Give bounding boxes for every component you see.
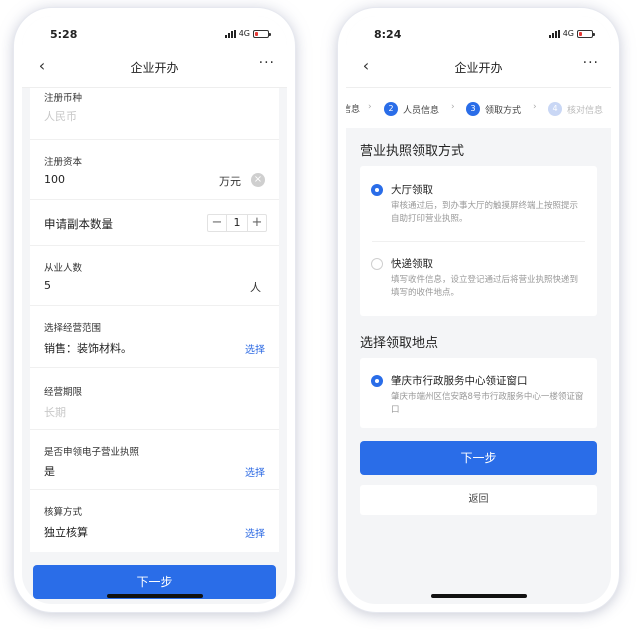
home-indicator bbox=[430, 594, 527, 598]
signal-icon bbox=[548, 29, 560, 38]
field-scope: 选择经营范围 销售：装饰材料。 选择 bbox=[30, 306, 279, 368]
network-label: 4G bbox=[562, 29, 574, 38]
currency-input[interactable]: 人民币 bbox=[44, 108, 77, 124]
step-number: 4 bbox=[548, 102, 562, 116]
status-bar: 5:28 4G bbox=[22, 16, 287, 46]
phone-left: 5:28 4G ‹ 企业开办 ··· 注册币种 人民币 注册资本 100 万元 … bbox=[14, 8, 295, 612]
copies-stepper: − 1 + bbox=[207, 214, 267, 232]
field-label: 从业人数 bbox=[44, 263, 83, 274]
battery-icon bbox=[253, 29, 271, 38]
radio-selected[interactable] bbox=[371, 375, 383, 387]
employees-unit: 人 bbox=[250, 281, 261, 294]
employees-input[interactable]: 5 bbox=[44, 279, 51, 292]
field-period: 经营期限 长期 bbox=[30, 368, 279, 430]
field-label: 注册币种 bbox=[44, 93, 83, 104]
network-label: 4G bbox=[238, 29, 250, 38]
step-label: 信息 bbox=[346, 105, 361, 115]
option-desc: 肇庆市端州区信安路8号市行政服务中心一楼领证窗口 bbox=[391, 392, 584, 415]
more-icon[interactable]: ··· bbox=[259, 55, 275, 71]
page-title: 企业开办 bbox=[130, 61, 179, 75]
nav-bar: ‹ 企业开办 ··· bbox=[22, 46, 287, 88]
status-bar: 8:24 4G bbox=[346, 16, 611, 46]
signal-icon bbox=[224, 29, 236, 38]
accounting-select-link[interactable]: 选择 bbox=[245, 525, 265, 540]
copies-value[interactable]: 1 bbox=[226, 215, 248, 231]
field-accounting: 核算方式 独立核算 选择 bbox=[30, 490, 279, 552]
option-desc: 审核通过后，到办事大厅的触摸屏终端上按照提示自助打印营业执照。 bbox=[391, 201, 579, 224]
period-input[interactable]: 长期 bbox=[44, 404, 66, 420]
progress-steps: 信息 › 2 人员信息 › 3 领取方式 › 4 核对信息 bbox=[346, 88, 611, 128]
license-options-card: 大厅领取 审核通过后，到办事大厅的触摸屏终端上按照提示自助打印营业执照。 快递领… bbox=[360, 166, 597, 316]
home-indicator bbox=[106, 594, 203, 598]
chevron-right-icon: › bbox=[451, 102, 455, 112]
field-capital: 注册资本 100 万元 × bbox=[30, 140, 279, 200]
chevron-right-icon: › bbox=[368, 102, 372, 112]
field-label: 注册资本 bbox=[44, 157, 83, 168]
step-2: 2 人员信息 bbox=[384, 102, 439, 116]
radio-unselected[interactable] bbox=[371, 258, 383, 270]
field-copies: 申请副本数量 − 1 + bbox=[30, 200, 279, 246]
field-label: 申请副本数量 bbox=[44, 217, 113, 231]
phone-right: 8:24 4G ‹ 企业开办 ··· 信息 › 2 人员信息 › 3 领取方式 bbox=[338, 8, 619, 612]
clear-icon[interactable]: × bbox=[251, 173, 265, 187]
option-desc: 填写收件信息，设立登记通过后将营业执照快递到填写的收件地点。 bbox=[391, 275, 579, 298]
step-number: 3 bbox=[466, 102, 480, 116]
screen-left: 5:28 4G ‹ 企业开办 ··· 注册币种 人民币 注册资本 100 万元 … bbox=[22, 16, 287, 604]
location-options-card: 肇庆市行政服务中心领证窗口 肇庆市端州区信安路8号市行政服务中心一楼领证窗口 bbox=[360, 358, 597, 428]
minus-button[interactable]: − bbox=[208, 215, 226, 231]
step-number: 2 bbox=[384, 102, 398, 116]
option-title: 大厅领取 bbox=[391, 184, 433, 196]
step-3: 3 领取方式 bbox=[466, 102, 521, 116]
screen-right: 8:24 4G ‹ 企业开办 ··· 信息 › 2 人员信息 › 3 领取方式 bbox=[346, 16, 611, 604]
step-label: 领取方式 bbox=[485, 105, 522, 116]
nav-bar: ‹ 企业开办 ··· bbox=[346, 46, 611, 88]
chevron-right-icon: › bbox=[533, 102, 537, 112]
status-time: 8:24 bbox=[374, 28, 402, 41]
option-title: 快递领取 bbox=[391, 258, 433, 270]
radio-selected[interactable] bbox=[371, 184, 383, 196]
step-label: 核对信息 bbox=[567, 105, 604, 116]
company-form: 注册币种 人民币 注册资本 100 万元 × 申请副本数量 − 1 + 从业人数… bbox=[30, 88, 279, 552]
capital-unit: 万元 bbox=[219, 175, 241, 188]
field-label: 核算方式 bbox=[44, 507, 83, 518]
battery-icon bbox=[577, 29, 595, 38]
capital-input[interactable]: 100 bbox=[44, 173, 65, 186]
field-elicense: 是否申领电子营业执照 是 选择 bbox=[30, 430, 279, 490]
field-label: 选择经营范围 bbox=[44, 323, 102, 334]
step-label: 人员信息 bbox=[403, 105, 440, 116]
accounting-value: 独立核算 bbox=[44, 526, 88, 539]
field-label: 是否申领电子营业执照 bbox=[44, 447, 140, 458]
option-hall-pickup[interactable]: 大厅领取 审核通过后，到办事大厅的触摸屏终端上按照提示自助打印营业执照。 bbox=[360, 166, 597, 241]
elicense-select-link[interactable]: 选择 bbox=[245, 464, 265, 479]
location-section-title: 选择领取地点 bbox=[360, 336, 439, 351]
next-button[interactable]: 下一步 bbox=[360, 441, 597, 475]
step-prev: 信息 bbox=[346, 102, 360, 115]
back-button[interactable]: 返回 bbox=[360, 485, 597, 515]
scope-value: 销售：装饰材料。 bbox=[44, 342, 132, 355]
status-time: 5:28 bbox=[50, 28, 78, 41]
field-currency[interactable]: 注册币种 人民币 bbox=[30, 88, 279, 140]
plus-button[interactable]: + bbox=[248, 215, 266, 231]
option-title: 肇庆市行政服务中心领证窗口 bbox=[391, 375, 528, 387]
option-express-delivery[interactable]: 快递领取 填写收件信息，设立登记通过后将营业执照快递到填写的收件地点。 bbox=[360, 242, 597, 316]
page-title: 企业开办 bbox=[454, 61, 503, 75]
more-icon[interactable]: ··· bbox=[583, 55, 599, 71]
field-employees: 从业人数 5 人 bbox=[30, 246, 279, 306]
scope-select-link[interactable]: 选择 bbox=[245, 341, 265, 356]
license-section-title: 营业执照领取方式 bbox=[360, 144, 465, 159]
field-label: 经营期限 bbox=[44, 387, 83, 398]
step-4: 4 核对信息 bbox=[548, 102, 603, 116]
elicense-value: 是 bbox=[44, 465, 55, 478]
option-service-center[interactable]: 肇庆市行政服务中心领证窗口 肇庆市端州区信安路8号市行政服务中心一楼领证窗口 bbox=[360, 358, 597, 428]
